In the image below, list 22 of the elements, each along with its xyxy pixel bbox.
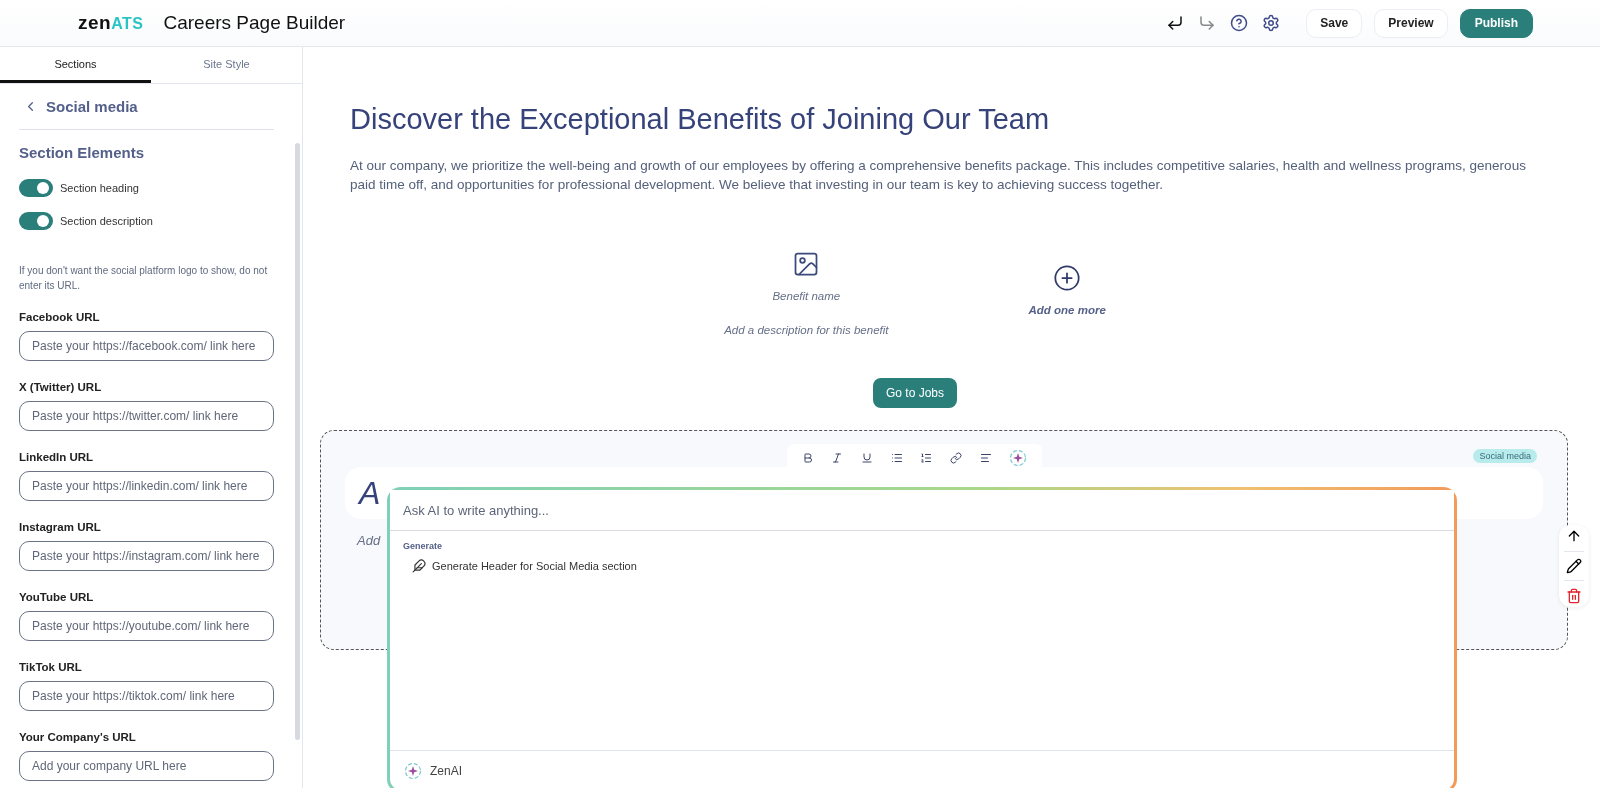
page-title: Careers Page Builder	[163, 12, 347, 34]
benefit-description: Add a description for this benefit	[724, 324, 889, 336]
benefit-name: Benefit name	[772, 290, 841, 302]
section-tag: Social media	[1473, 449, 1537, 463]
field-label: Facebook URL	[19, 311, 101, 323]
page-description: At our company, we prioritize the well-being and growth of our employees by offering a comprehensive benefits package. This includes competitive salaries, health and wellness programs, generous paid time off, and opportunities for professional development. We believe that investing in our team is key to achieving success together.	[350, 157, 1527, 194]
section-description: Add	[357, 533, 381, 548]
field-label: LinkedIn URL	[19, 451, 95, 463]
toggle-label: Section heading	[60, 181, 139, 194]
section-heading: A	[359, 474, 381, 512]
group-label: Generate	[403, 541, 444, 551]
page-heading: Discover the Exceptional Benefits of Joining Our Team	[350, 103, 1051, 136]
help-text: If you don't want the social platform logo to show, do not enter its URL.	[19, 264, 269, 293]
logo: zenATS	[78, 12, 144, 34]
assistant-name: ZenAI	[430, 763, 462, 778]
field-label: TikTok URL	[19, 661, 83, 673]
toggle-label: Section description	[60, 214, 153, 227]
section-title: Section Elements	[19, 144, 146, 161]
field-label: YouTube URL	[19, 591, 95, 603]
field-label: Instagram URL	[19, 521, 102, 533]
field-label: Your Company's URL	[19, 731, 137, 743]
field-label: X (Twitter) URL	[19, 381, 103, 393]
